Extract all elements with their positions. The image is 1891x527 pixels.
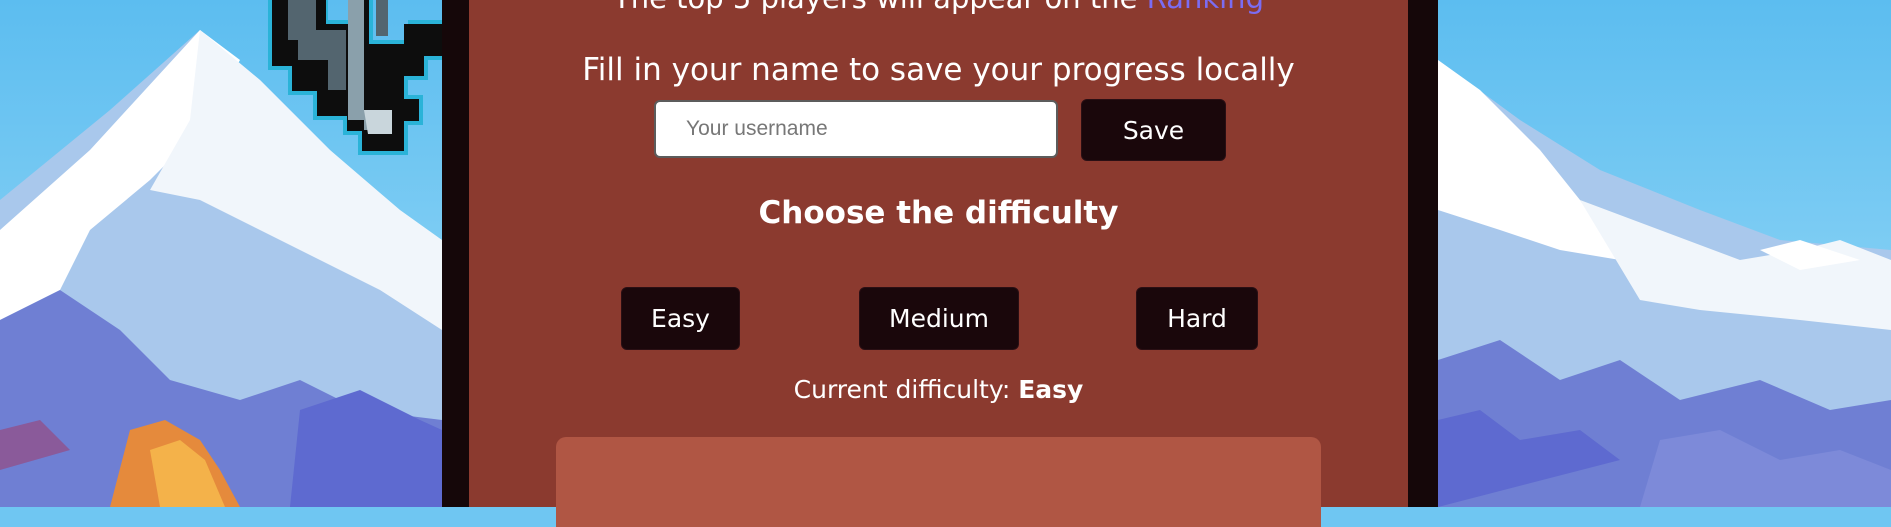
current-difficulty-label: Current difficulty: bbox=[793, 375, 1019, 404]
medium-button[interactable]: Medium bbox=[859, 287, 1019, 350]
main-panel: The top 5 players will appear on the Ran… bbox=[469, 0, 1408, 527]
current-difficulty: Current difficulty: Easy bbox=[469, 373, 1408, 407]
username-input[interactable] bbox=[654, 100, 1058, 158]
hard-button[interactable]: Hard bbox=[1136, 287, 1258, 350]
current-difficulty-value: Easy bbox=[1018, 375, 1084, 404]
ranking-intro: The top 5 players will appear on the Ran… bbox=[469, 0, 1408, 16]
save-button[interactable]: Save bbox=[1081, 99, 1226, 161]
easy-button[interactable]: Easy bbox=[621, 287, 740, 350]
game-area bbox=[556, 437, 1321, 527]
save-progress-prompt: Fill in your name to save your progress … bbox=[582, 52, 1295, 88]
difficulty-title: Choose the difficulty bbox=[758, 195, 1119, 231]
ranking-link[interactable]: Ranking bbox=[1147, 0, 1264, 15]
ranking-intro-text: The top 5 players will appear on the bbox=[613, 0, 1147, 15]
pixel-sword-icon bbox=[268, 0, 468, 155]
